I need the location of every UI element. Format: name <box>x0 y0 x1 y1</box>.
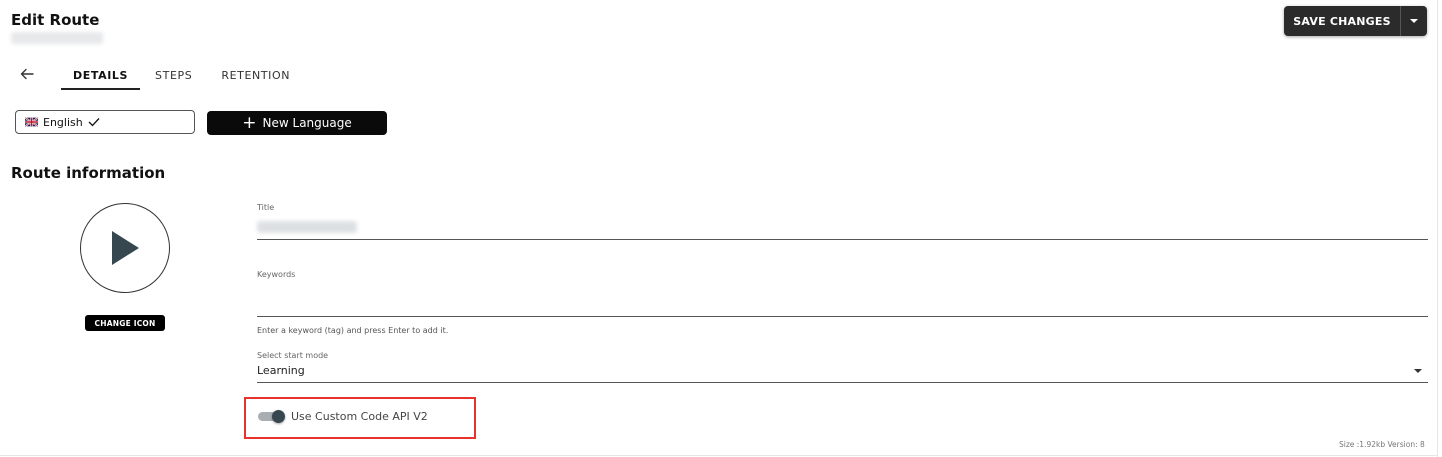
save-button-group: SAVE CHANGES <box>1284 6 1427 36</box>
title-field-label: Title <box>257 203 275 212</box>
page-bottom-border <box>0 455 1437 456</box>
page-title: Edit Route <box>11 11 100 29</box>
page-right-border <box>1437 0 1438 457</box>
caret-down-icon[interactable] <box>1414 369 1422 373</box>
play-icon <box>112 231 139 265</box>
change-icon-button[interactable]: CHANGE ICON <box>85 315 165 331</box>
tab-details[interactable]: DETAILS <box>61 64 141 90</box>
keywords-helper-text: Enter a keyword (tag) and press Enter to… <box>257 326 449 335</box>
route-id-redacted <box>11 32 103 44</box>
title-field-underline <box>257 239 1428 240</box>
section-title-route-information: Route information <box>11 164 166 182</box>
new-language-button[interactable]: + New Language <box>207 111 387 135</box>
save-options-button[interactable] <box>1401 6 1427 36</box>
custom-code-toggle-label: Use Custom Code API V2 <box>291 410 428 423</box>
tab-steps[interactable]: STEPS <box>140 64 204 90</box>
size-version-info: Size :1.92kb Version: 8 <box>1339 440 1425 449</box>
route-icon-preview <box>80 203 170 293</box>
custom-code-toggle[interactable] <box>258 410 285 423</box>
check-icon <box>88 118 100 127</box>
keywords-field[interactable] <box>257 316 1428 317</box>
start-mode-underline <box>257 382 1428 383</box>
start-mode-label: Select start mode <box>257 351 329 360</box>
caret-down-icon <box>1410 19 1418 23</box>
save-changes-button[interactable]: SAVE CHANGES <box>1284 6 1400 36</box>
language-chip-label: English <box>43 115 83 129</box>
tab-retention[interactable]: RETENTION <box>204 64 302 90</box>
toggle-thumb <box>272 410 285 423</box>
title-field-value-redacted[interactable] <box>257 221 357 233</box>
language-chip-english[interactable]: English <box>15 110 195 134</box>
uk-flag-icon <box>25 117 38 127</box>
tab-bar: DETAILS STEPS RETENTION <box>61 64 302 92</box>
keywords-field-label: Keywords <box>257 270 296 279</box>
start-mode-select[interactable]: Learning <box>257 364 305 377</box>
new-language-label: New Language <box>262 116 352 130</box>
arrow-left-icon[interactable] <box>19 66 35 82</box>
plus-icon: + <box>242 112 257 133</box>
